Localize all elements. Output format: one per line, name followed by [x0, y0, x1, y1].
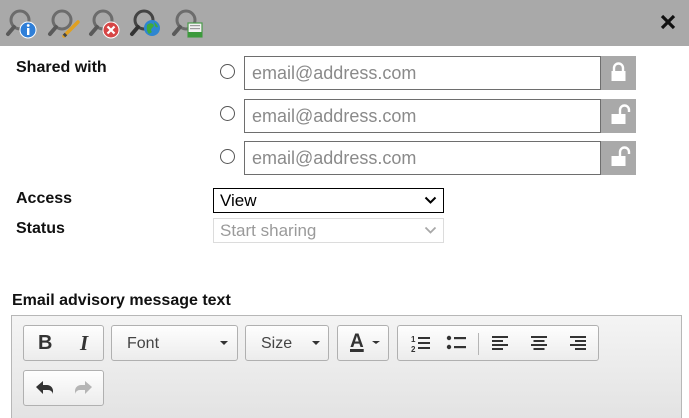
lock-open-icon[interactable]: [601, 99, 636, 133]
align-left-icon: [492, 336, 508, 350]
chevron-down-icon: [424, 196, 437, 204]
recipient-email-field-3[interactable]: [244, 141, 601, 175]
align-center-icon: [531, 336, 547, 350]
bold-glyph: B: [38, 332, 53, 354]
align-left-button[interactable]: [484, 326, 518, 360]
redo-icon: [75, 381, 92, 394]
text-color-glyph: A: [350, 331, 364, 352]
recipient-email-field-2[interactable]: [244, 99, 601, 133]
access-select[interactable]: View: [213, 188, 444, 213]
search-remove-icon[interactable]: [88, 6, 122, 40]
font-combo-label: Font: [127, 335, 160, 352]
status-select: Start sharing: [213, 218, 444, 243]
chevron-down-icon: [220, 341, 228, 345]
access-select-value: View: [220, 191, 257, 210]
access-label: Access: [16, 190, 73, 207]
numbered-list-icon: 1 2: [411, 335, 430, 354]
text-color-button[interactable]: A: [337, 325, 389, 361]
bulleted-list-icon: [446, 335, 466, 350]
lock-open-icon[interactable]: [601, 141, 636, 175]
toolbar-separator: [478, 333, 479, 355]
search-export-icon[interactable]: [171, 6, 205, 40]
chevron-down-icon: [372, 341, 380, 344]
paragraph-group: 1 2: [397, 325, 599, 361]
status-select-value: Start sharing: [220, 221, 317, 240]
recipient-radio-2[interactable]: [220, 106, 235, 121]
format-group: B I: [23, 325, 104, 361]
chevron-down-icon: [312, 341, 320, 345]
lock-closed-icon[interactable]: [601, 56, 636, 90]
bold-button[interactable]: B: [25, 326, 63, 360]
search-globe-icon[interactable]: [129, 6, 163, 40]
align-right-button[interactable]: [560, 326, 594, 360]
email-advisory-label: Email advisory message text: [12, 292, 231, 309]
numbered-list-button[interactable]: 1 2: [404, 326, 436, 360]
close-icon[interactable]: [657, 11, 679, 33]
search-info-icon[interactable]: [5, 6, 39, 40]
align-right-icon: [570, 336, 586, 350]
recipient-radio-1[interactable]: [220, 64, 235, 79]
italic-button[interactable]: I: [65, 326, 103, 360]
svg-text:2: 2: [411, 345, 416, 354]
recipient-email-field-1[interactable]: [244, 56, 601, 90]
history-group: [23, 370, 104, 406]
recipient-radio-3[interactable]: [220, 149, 235, 164]
share-dialog: Shared with Access View Status Sta: [0, 0, 689, 418]
undo-icon: [36, 381, 53, 394]
redo-button[interactable]: [65, 371, 103, 405]
font-combo[interactable]: Font: [111, 325, 238, 361]
rich-text-editor: B I Font Size A 1 2: [11, 315, 682, 418]
size-combo-label: Size: [261, 335, 293, 352]
italic-glyph: I: [80, 331, 89, 355]
shared-with-label: Shared with: [16, 59, 107, 76]
svg-text:1: 1: [411, 335, 416, 344]
chevron-down-icon: [424, 226, 437, 234]
search-edit-icon[interactable]: [47, 6, 81, 40]
status-label: Status: [16, 220, 65, 237]
size-combo[interactable]: Size: [245, 325, 329, 361]
bulleted-list-button[interactable]: [440, 326, 472, 360]
align-center-button[interactable]: [522, 326, 556, 360]
dialog-toolbar: [0, 0, 689, 46]
undo-button[interactable]: [25, 371, 63, 405]
